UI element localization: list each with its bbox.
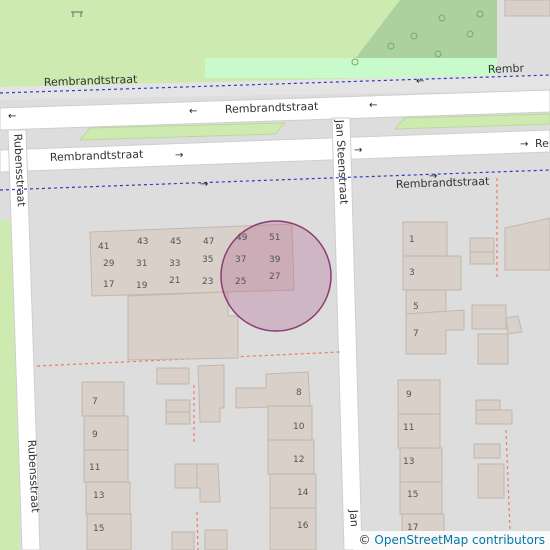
house-number: 43 xyxy=(137,237,148,247)
house-number: 8 xyxy=(296,388,302,398)
arrow-right: → xyxy=(200,179,208,190)
house-number: 23 xyxy=(202,277,213,287)
house-number: 47 xyxy=(203,237,214,247)
street-label-rembrandt-right: Re xyxy=(535,137,549,150)
house-number: 49 xyxy=(236,233,248,243)
house-number: 13 xyxy=(93,491,104,501)
house-number: 25 xyxy=(235,277,246,287)
house-number: 3 xyxy=(409,268,415,278)
house-number: 9 xyxy=(406,390,412,400)
house-number: 33 xyxy=(169,259,180,269)
house-number: 9 xyxy=(92,430,98,440)
house-number: 7 xyxy=(413,329,419,339)
map-attribution: © OpenStreetMap contributors xyxy=(353,531,550,550)
house-number: 19 xyxy=(136,281,148,291)
house-number: 41 xyxy=(98,242,109,252)
house-number: 15 xyxy=(93,524,104,534)
building-top-right xyxy=(504,0,550,17)
arrow-left: ← xyxy=(369,100,377,111)
house-number: 21 xyxy=(169,276,180,286)
arrow-left: ← xyxy=(189,106,197,117)
house-number: 39 xyxy=(269,255,281,265)
street-label-rembrandt-top: Rembr xyxy=(488,62,525,76)
house-number: 11 xyxy=(403,423,414,433)
house-number: 12 xyxy=(293,455,304,465)
house-number: 45 xyxy=(170,237,181,247)
house-number: 29 xyxy=(103,259,115,269)
house-number: 10 xyxy=(293,422,305,432)
house-number: 35 xyxy=(202,255,213,265)
house-number: 37 xyxy=(235,255,246,265)
arrow-left: ← xyxy=(8,111,16,122)
house-number: 7 xyxy=(92,397,98,407)
copyright-symbol: © xyxy=(358,533,371,547)
arrow-right: → xyxy=(429,171,437,182)
house-number: 16 xyxy=(297,521,309,531)
arrow-left: ← xyxy=(416,76,424,87)
house-number: 31 xyxy=(136,259,147,269)
arrow-right: → xyxy=(354,145,362,156)
house-number: 15 xyxy=(407,490,418,500)
map-canvas: Rembr Rembrandtstraat Rembrandtstraat Re… xyxy=(0,0,550,550)
osm-contributors-link[interactable]: OpenStreetMap contributors xyxy=(374,533,545,547)
house-number: 13 xyxy=(403,457,414,467)
arrow-right: → xyxy=(520,139,528,150)
house-number: 5 xyxy=(413,302,419,312)
house-number: 1 xyxy=(409,235,415,245)
house-number: 14 xyxy=(297,488,309,498)
map-view[interactable]: Rembr Rembrandtstraat Rembrandtstraat Re… xyxy=(0,0,550,550)
street-label-jan-steen-2: Jan xyxy=(347,508,361,527)
house-number: 11 xyxy=(89,463,100,473)
house-number: 51 xyxy=(269,233,280,243)
house-number: 17 xyxy=(103,280,114,290)
house-number: 27 xyxy=(269,272,280,282)
arrow-right: → xyxy=(175,150,183,161)
